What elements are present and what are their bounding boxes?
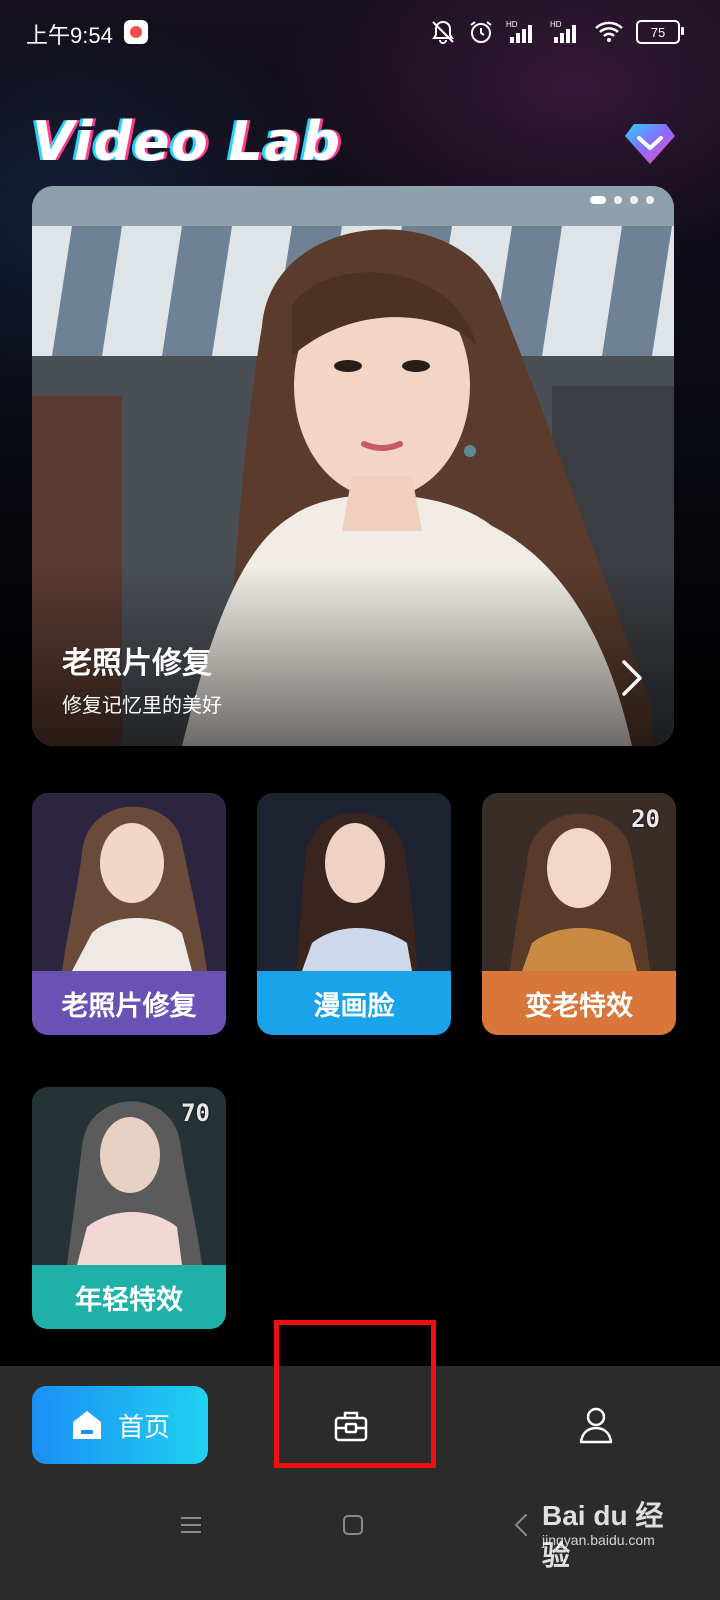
system-home-icon[interactable] [342,1514,364,1536]
status-bar: 上午9:54 HD HD 75 [0,0,720,64]
feature-card-old-photo[interactable]: 老照片修复 [32,793,226,1035]
home-icon [72,1411,101,1439]
nav-home-label: 首页 [117,1412,170,1443]
svg-text:HD: HD [506,20,518,29]
pagination-dot [614,196,622,204]
pagination-dot [646,196,654,204]
feature-card-youth[interactable]: 70 年轻特效 [32,1087,226,1329]
diamond-icon[interactable] [624,120,676,166]
banner-pagination [590,196,654,204]
pagination-dot [630,196,638,204]
battery-icon: 75 [636,20,684,44]
card-photo [32,793,226,971]
user-icon[interactable] [578,1406,614,1444]
hero-banner[interactable]: 老照片修复 修复记忆里的美好 [32,186,674,746]
feature-card-aging[interactable]: 20 变老特效 [482,793,676,1035]
age-badge: 70 [181,1099,210,1127]
chevron-right-icon[interactable] [620,658,644,698]
app-title: Video Lab [32,110,342,173]
wifi-icon [594,19,624,45]
signal-hd-icon: HD [550,19,582,45]
pagination-dot [590,196,606,204]
watermark-url: jingyan.baidu.com [542,1532,655,1548]
back-icon[interactable] [514,1513,528,1537]
watermark: Bai du 经验 jingyan.baidu.com [542,1494,682,1571]
signal-hd-icon: HD [506,19,538,45]
card-label: 年轻特效 [32,1265,226,1329]
svg-text:HD: HD [550,20,562,29]
status-time: 上午9:54 [26,23,113,48]
feature-card-comic-face[interactable]: 漫画脸 [257,793,451,1035]
status-icons: HD HD 75 [430,14,684,50]
alarm-icon [468,19,494,45]
card-photo [257,793,451,971]
card-label: 老照片修复 [32,971,226,1035]
bell-muted-icon [430,19,456,45]
nav-home-button[interactable]: 首页 [32,1386,208,1464]
menu-icon[interactable] [180,1515,202,1535]
card-label: 变老特效 [482,971,676,1035]
recording-icon [124,20,148,44]
annotation-highlight-box [274,1320,436,1468]
banner-title: 老照片修复 [62,646,212,681]
banner-subtitle: 修复记忆里的美好 [62,693,222,717]
card-label: 漫画脸 [257,971,451,1035]
age-badge: 20 [631,805,660,833]
